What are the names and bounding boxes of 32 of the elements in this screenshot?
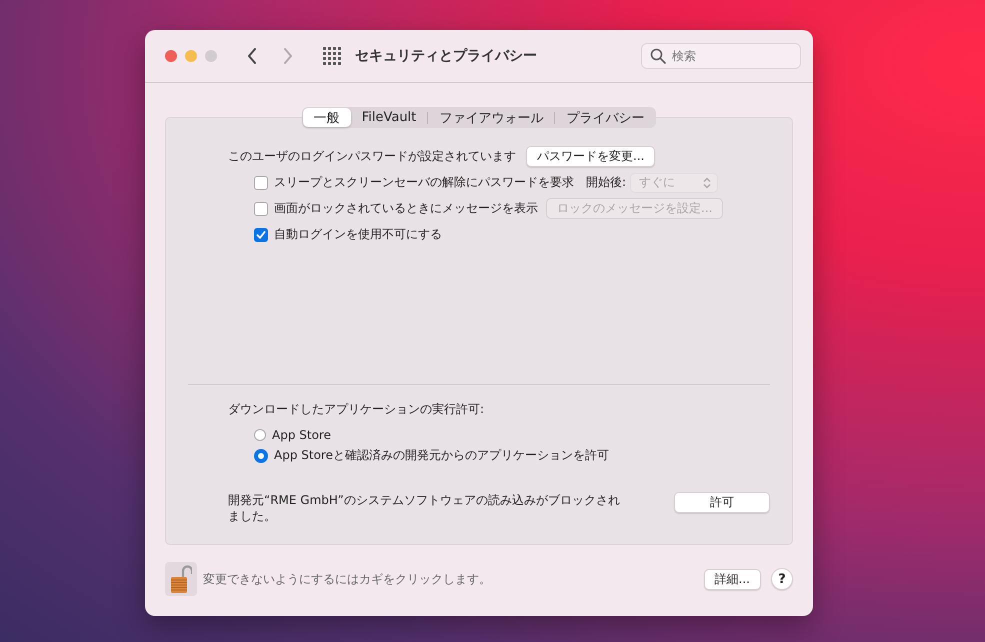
search-field[interactable]: 検索 [641,43,801,69]
stepper-icon [703,176,712,188]
checkbox[interactable] [254,176,268,190]
tab[interactable]: プライバシー [555,108,656,127]
checkbox-label: 自動ログインを使用不可にする [274,226,442,243]
minimize-button[interactable] [185,50,197,62]
back-icon[interactable] [247,48,257,64]
tab[interactable]: 一般 [302,108,351,127]
radio-label: App Storeと確認済みの開発元からのアプリケーションを許可 [274,447,609,464]
help-button[interactable]: ? [771,568,793,590]
allow-button[interactable]: 許可 [674,492,770,513]
checkbox[interactable] [254,202,268,216]
popup-label: 開始後: [586,174,626,191]
download-heading: ダウンロードしたアプリケーションの実行許可: [228,401,486,418]
tab[interactable]: ファイアウォール [428,108,554,127]
checkbox[interactable] [254,228,268,242]
radio-button[interactable] [254,428,266,440]
checkbox-label: 画面がロックされているときにメッセージを表示 [274,200,538,217]
advanced-button[interactable]: 詳細... [704,568,761,590]
grid-icon[interactable] [323,47,341,65]
radio-button[interactable] [254,448,268,462]
password-status-text: このユーザのログインパスワードが設定されています [228,148,516,165]
search-icon [650,48,666,64]
close-button[interactable] [165,50,177,62]
blocked-message: 開発元“RME GmbH”のシステムソフトウェアの読み込みがブロックされました。 [228,492,621,524]
tab[interactable]: FileVault [350,108,428,127]
lock-button[interactable] [165,562,197,596]
window-title: セキュリティとプライバシー [355,47,538,65]
checkbox-label: スリープとスクリーンセーバの解除にパスワードを要求 [274,174,574,191]
lock-message: 変更できないようにするにはカギをクリックします。 [203,570,492,588]
change-password-button[interactable]: パスワードを変更... [526,146,656,167]
radio-label: App Store [272,428,331,442]
